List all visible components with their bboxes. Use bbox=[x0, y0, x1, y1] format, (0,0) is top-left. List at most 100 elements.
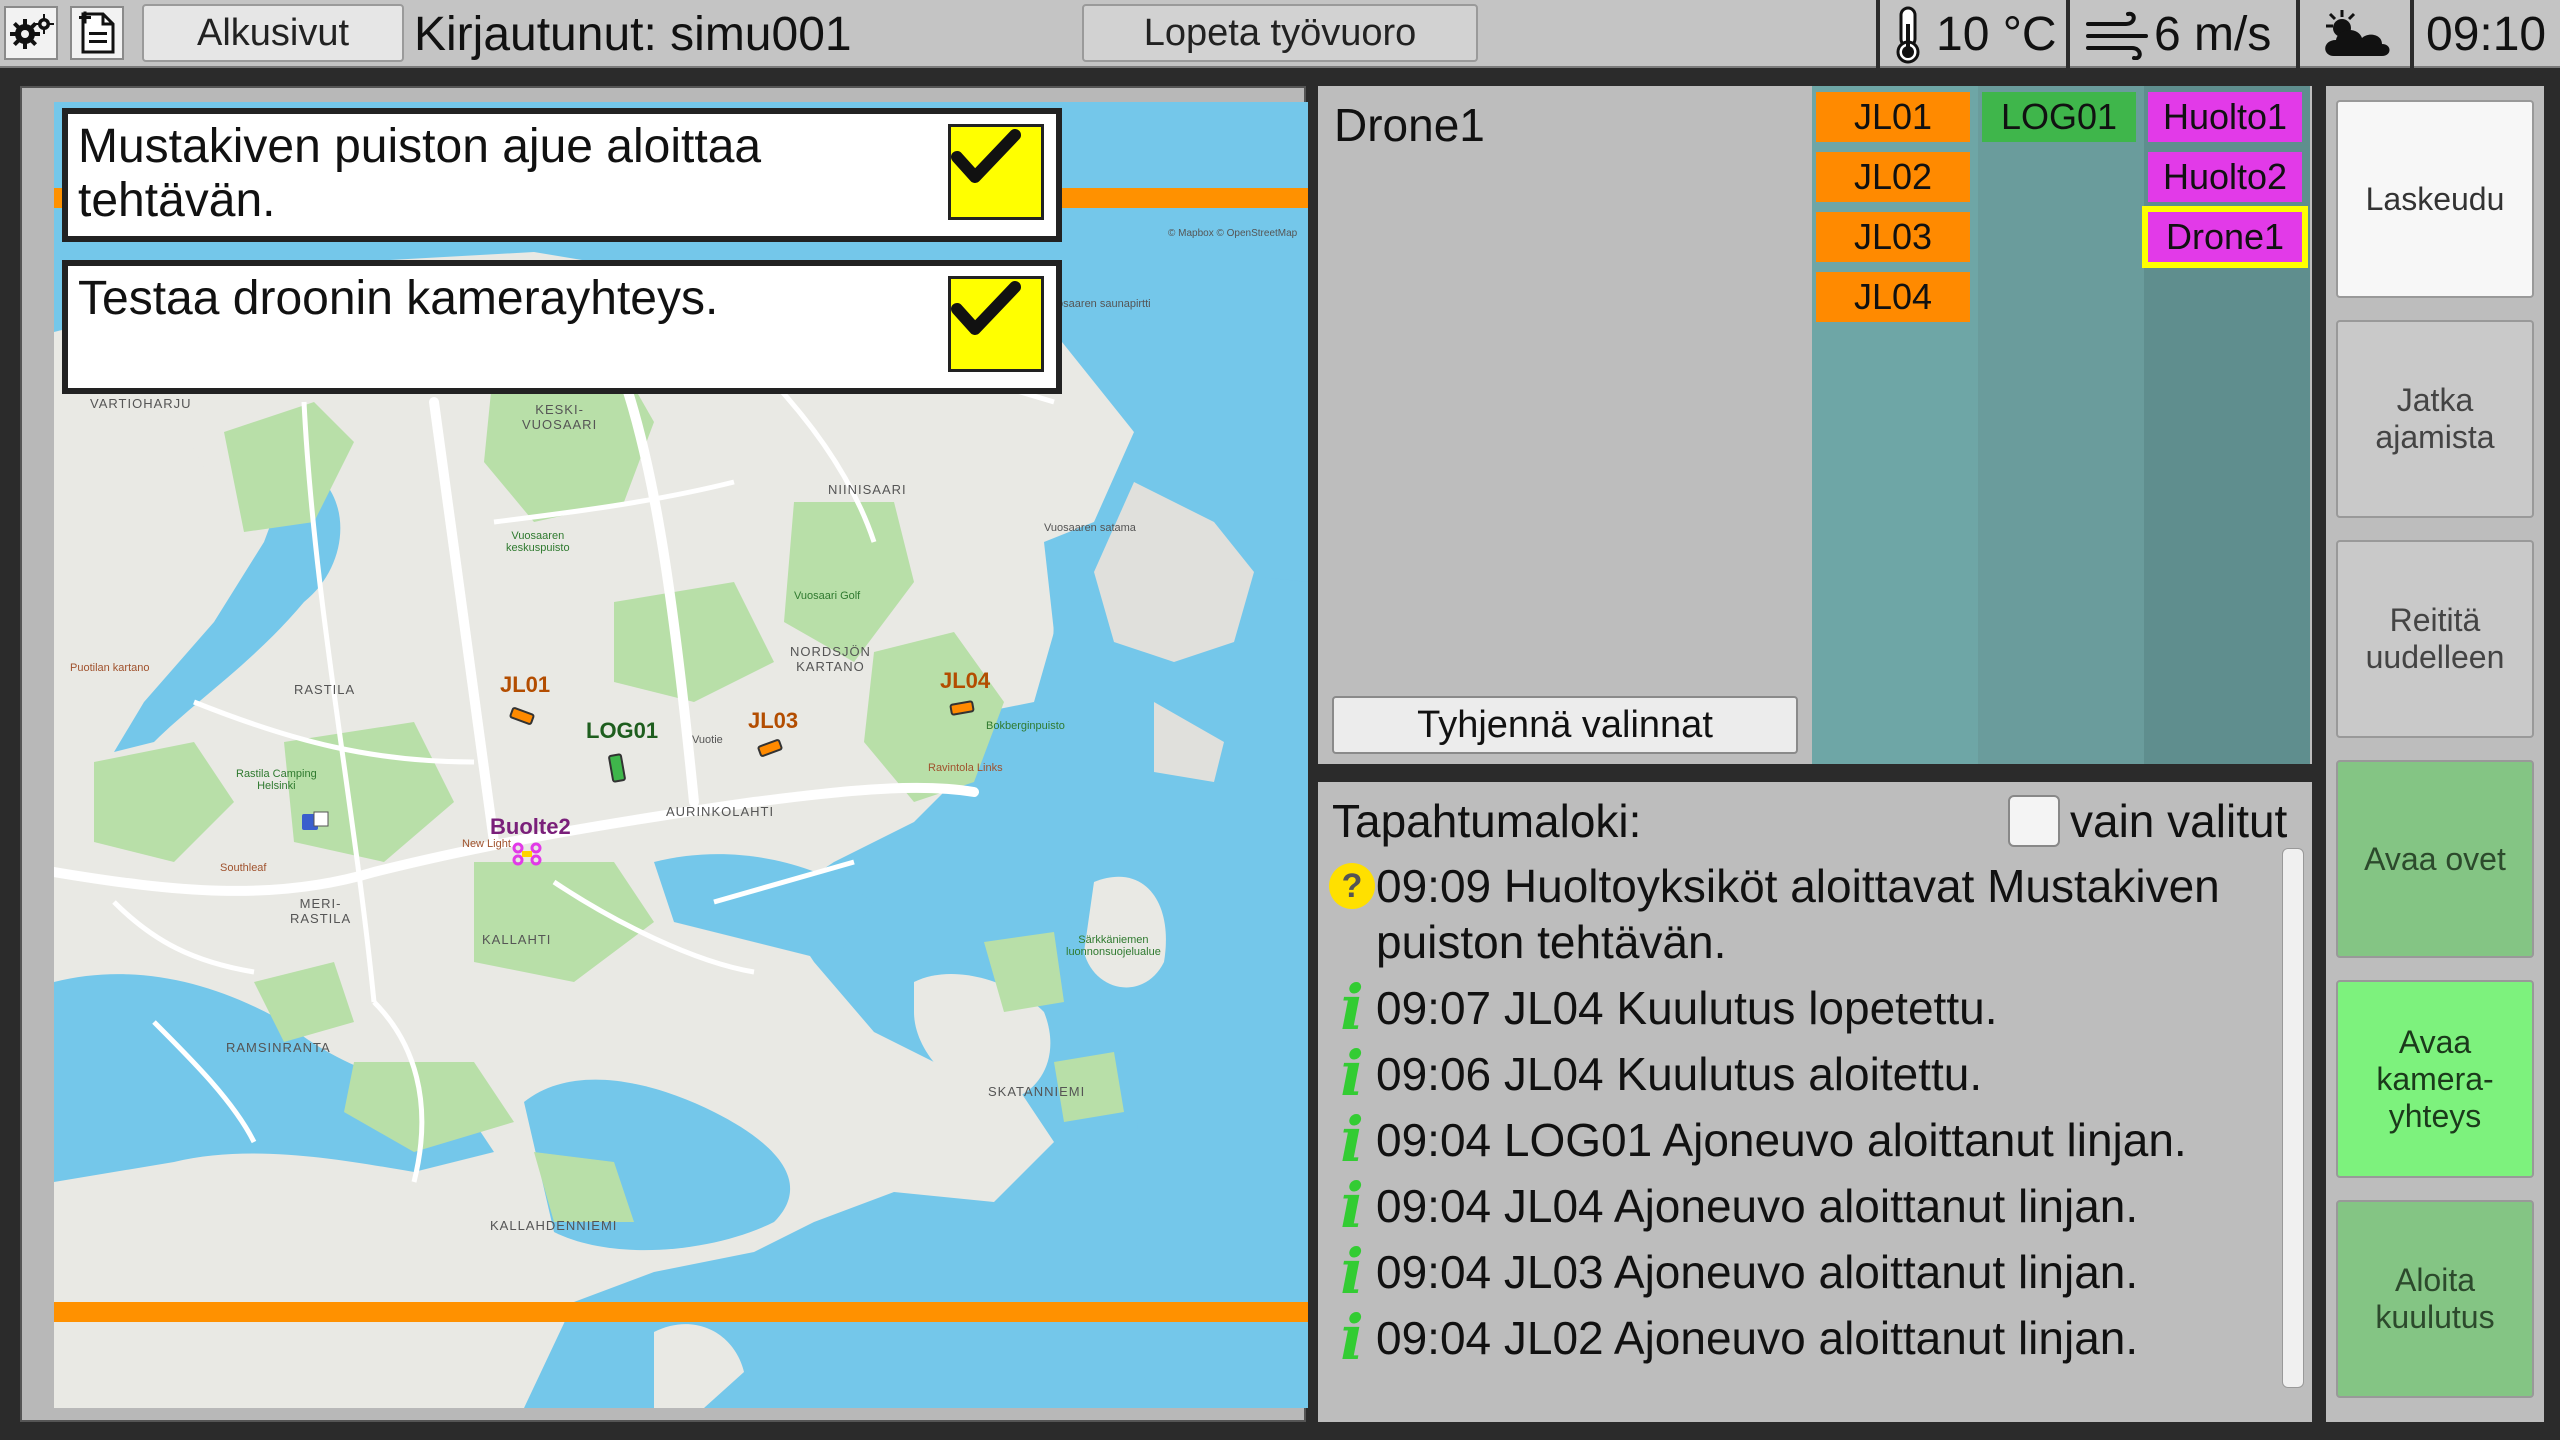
event-log-list[interactable]: ? 09:09 Huoltoyksiköt aloittavat Mustaki… bbox=[1328, 858, 2278, 1376]
home-button[interactable]: Alkusivut bbox=[142, 4, 404, 62]
map-label-skatanniemi: SKATANNIEMI bbox=[988, 1084, 1086, 1099]
map-label-rastila: RASTILA bbox=[294, 682, 356, 697]
map-vehicle-jl01-label: JL01 bbox=[500, 672, 551, 697]
map-label-rastila-camping: Rastila Camping Helsinki bbox=[236, 768, 317, 792]
log-entry-text: 09:07 JL04 Kuulutus lopetettu. bbox=[1376, 982, 1998, 1034]
task-text: Testaa droonin kamerayhteys. bbox=[78, 272, 719, 325]
wind-value: 6 m/s bbox=[2154, 7, 2272, 61]
task-confirm-button[interactable] bbox=[948, 124, 1044, 220]
unit-chip-log01[interactable]: LOG01 bbox=[1982, 92, 2136, 142]
unit-chip-drone1[interactable]: Drone1 bbox=[2142, 206, 2308, 268]
task-card: Testaa droonin kamerayhteys. bbox=[62, 260, 1062, 394]
map-label-puotilan-kartano: Puotilan kartano bbox=[70, 662, 150, 674]
partly-cloudy-icon bbox=[2320, 8, 2394, 62]
unit-chip-jl04[interactable]: JL04 bbox=[1816, 272, 1970, 322]
map-label-vuotie: Vuotie bbox=[692, 734, 723, 746]
continue-driving-button[interactable]: Jatka ajamista bbox=[2336, 320, 2534, 518]
question-icon: ? bbox=[1329, 863, 1375, 909]
log-entry-text: 09:04 JL02 Ajoneuvo aloittanut linjan. bbox=[1376, 1312, 2139, 1364]
clear-selections-button[interactable]: Tyhjennä valinnat bbox=[1332, 696, 1798, 754]
log-entry: i 09:04 JL02 Ajoneuvo aloittanut linjan. bbox=[1328, 1301, 2278, 1374]
start-announcement-button[interactable]: Aloita kuulutus bbox=[2336, 1200, 2534, 1398]
map-label-niinisaari: NIINISAARI bbox=[828, 482, 907, 497]
log-entry-text: 09:04 JL04 Ajoneuvo aloittanut linjan. bbox=[1376, 1180, 2139, 1232]
map-label-kallahti: KALLAHTI bbox=[482, 932, 552, 947]
map-label-vuosaari-golf: Vuosaari Golf bbox=[794, 590, 861, 602]
log-entry: ? 09:09 Huoltoyksiköt aloittavat Mustaki… bbox=[1328, 858, 2278, 970]
log-entry-text: 09:06 JL04 Kuulutus aloitettu. bbox=[1376, 1048, 1983, 1100]
separator bbox=[2296, 0, 2300, 68]
top-bar: Alkusivut Kirjautunut: simu001 Lopeta ty… bbox=[0, 0, 2560, 68]
separator bbox=[1876, 0, 1880, 68]
info-icon: i bbox=[1340, 1235, 1364, 1308]
log-entry-text: 09:04 JL03 Ajoneuvo aloittanut linjan. bbox=[1376, 1246, 2139, 1298]
map-label-meri-rastila: MERI- RASTILA bbox=[290, 896, 352, 926]
info-icon: i bbox=[1340, 1169, 1364, 1242]
reroute-button[interactable]: Reititä uudelleen bbox=[2336, 540, 2534, 738]
unit-chip-jl02[interactable]: JL02 bbox=[1816, 152, 1970, 202]
map-label-sarkkaniemen: Särkkäniemen luonnonsuojelualue bbox=[1066, 934, 1161, 958]
log-entry: i 09:07 JL04 Kuulutus lopetettu. bbox=[1328, 971, 2278, 1044]
map-copyright: © Mapbox © OpenStreetMap bbox=[1168, 228, 1298, 239]
settings-gear-icon[interactable] bbox=[4, 6, 58, 60]
separator bbox=[2410, 0, 2414, 68]
map-label-southleaf: Southleaf bbox=[220, 862, 267, 874]
route-bar-bottom bbox=[54, 1302, 1308, 1322]
unit-chip-jl03[interactable]: JL03 bbox=[1816, 212, 1970, 262]
unit-column-logistics: LOG01 bbox=[1978, 86, 2144, 764]
open-doors-button[interactable]: Avaa ovet bbox=[2336, 760, 2534, 958]
map-label-vartioharju: VARTIOHARJU bbox=[90, 396, 192, 411]
land-button[interactable]: Laskeudu bbox=[2336, 100, 2534, 298]
new-document-icon[interactable] bbox=[70, 6, 124, 60]
only-selected-filter[interactable]: vain valitut bbox=[2008, 794, 2287, 848]
unit-column-buses: JL01 JL02 JL03 JL04 bbox=[1812, 86, 1978, 764]
log-entry-text: 09:09 Huoltoyksiköt aloittavat Mustakive… bbox=[1376, 860, 2220, 968]
checkmark-icon bbox=[951, 281, 1021, 335]
unit-chip-huolto1[interactable]: Huolto1 bbox=[2148, 92, 2302, 142]
info-icon: i bbox=[1340, 1301, 1364, 1374]
temperature-value: 10 °C bbox=[1936, 7, 2057, 61]
checkmark-icon bbox=[951, 129, 1021, 183]
event-log-title: Tapahtumaloki: bbox=[1332, 795, 1642, 847]
map-vehicle-jl04-label: JL04 bbox=[940, 668, 991, 693]
wind-icon bbox=[2084, 10, 2154, 61]
map-vehicle-log01-label: LOG01 bbox=[586, 718, 659, 743]
task-card: Mustakiven puiston ajue aloittaa tehtävä… bbox=[62, 108, 1062, 242]
log-entry: i 09:04 JL04 Ajoneuvo aloittanut linjan. bbox=[1328, 1169, 2278, 1242]
task-confirm-button[interactable] bbox=[948, 276, 1044, 372]
map-label-kallahdenniemi: KALLAHDENNIEMI bbox=[490, 1218, 618, 1233]
unit-chip-huolto2[interactable]: Huolto2 bbox=[2148, 152, 2302, 202]
unit-column-service: Huolto1 Huolto2 Drone1 bbox=[2142, 86, 2310, 764]
map-view[interactable]: VARTIOHARJU KESKI- VUOSAARI NIINISAARI V… bbox=[54, 102, 1308, 1408]
map-label-keski-vuosaari: KESKI- VUOSAARI bbox=[522, 402, 598, 432]
selected-unit-name: Drone1 bbox=[1334, 99, 1485, 151]
only-selected-checkbox[interactable] bbox=[2008, 795, 2060, 847]
open-camera-connection-button[interactable]: Avaa kamera-yhteys bbox=[2336, 980, 2534, 1178]
only-selected-label: vain valitut bbox=[2070, 795, 2288, 847]
action-buttons-panel: Laskeudu Jatka ajamista Reititä uudellee… bbox=[2326, 86, 2544, 1422]
map-label-nordsjon-kartano: NORDSJÖN KARTANO bbox=[790, 644, 871, 674]
log-entry-text: 09:04 LOG01 Ajoneuvo aloittanut linjan. bbox=[1376, 1114, 2187, 1166]
clock-time: 09:10 bbox=[2426, 7, 2547, 61]
map-label-vuosaaren-satama: Vuosaaren satama bbox=[1044, 522, 1136, 534]
selection-panel: Drone1 Tyhjennä valinnat JL01 JL02 JL03 … bbox=[1318, 86, 2312, 764]
thermometer-icon bbox=[1888, 6, 1928, 64]
map-label-vuosaaren-keskuspuisto: Vuosaaren keskuspuisto bbox=[506, 530, 570, 554]
info-icon: i bbox=[1340, 1103, 1364, 1176]
map-drone-icon[interactable] bbox=[512, 842, 542, 866]
map-label-aurinkolahti: AURINKOLAHTI bbox=[666, 804, 775, 819]
task-text: Mustakiven puiston ajue aloittaa tehtävä… bbox=[78, 120, 762, 227]
map-panel: VARTIOHARJU KESKI- VUOSAARI NIINISAARI V… bbox=[20, 86, 1308, 1422]
unit-chip-jl01[interactable]: JL01 bbox=[1816, 92, 1970, 142]
log-entry: i 09:04 LOG01 Ajoneuvo aloittanut linjan… bbox=[1328, 1103, 2278, 1176]
info-icon: i bbox=[1340, 1037, 1364, 1110]
map-label-ravintola-links: Ravintola Links bbox=[928, 762, 1003, 774]
end-shift-button[interactable]: Lopeta työvuoro bbox=[1082, 4, 1478, 62]
logged-in-user: Kirjautunut: simu001 bbox=[414, 7, 852, 61]
info-icon: i bbox=[1340, 971, 1364, 1044]
map-vehicle-jl03-label: JL03 bbox=[748, 708, 799, 733]
separator bbox=[2066, 0, 2070, 68]
event-log-panel: Tapahtumaloki: vain valitut ? 09:09 Huol… bbox=[1318, 782, 2312, 1422]
log-entry: i 09:06 JL04 Kuulutus aloitettu. bbox=[1328, 1037, 2278, 1110]
event-log-scrollbar[interactable] bbox=[2282, 848, 2304, 1388]
